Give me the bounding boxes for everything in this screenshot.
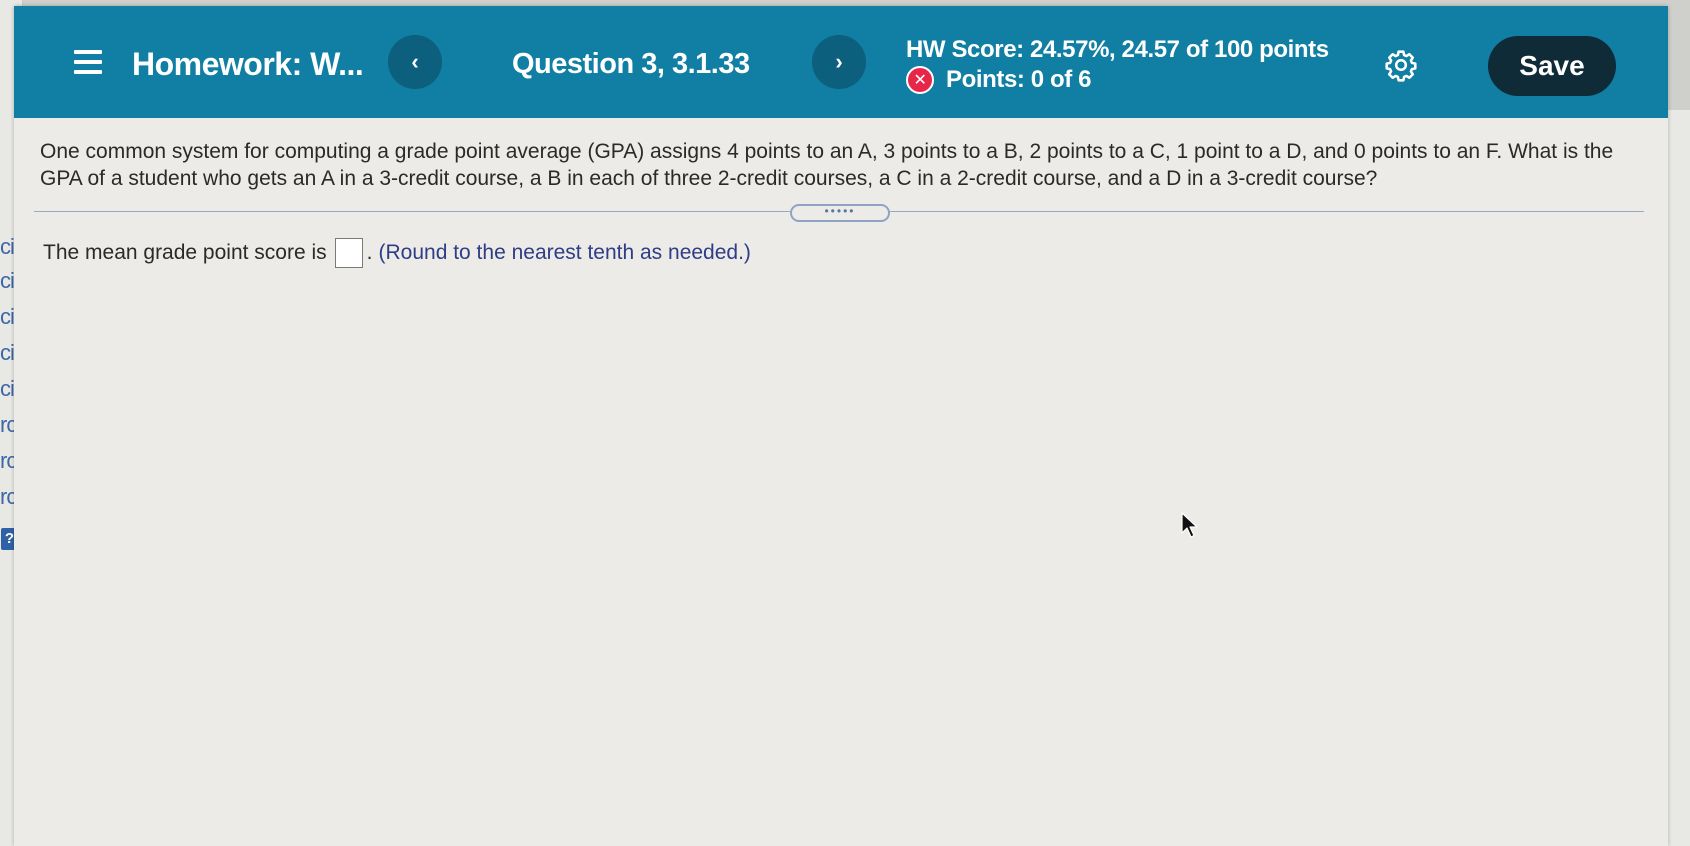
question-text: One common system for computing a grade … (40, 140, 1614, 190)
hw-score: HW Score: 24.57%, 24.57 of 100 points (906, 36, 1329, 63)
answer-input[interactable] (334, 238, 363, 268)
background-text: ci (0, 376, 15, 401)
chevron-right-icon: › (835, 49, 843, 74)
homework-title[interactable]: Homework: W... (132, 46, 364, 83)
background-text: ci (0, 268, 15, 293)
question-label: Question 3, 3.1.33 (512, 48, 750, 80)
rounding-hint: (Round to the nearest tenth as needed.) (378, 241, 751, 264)
chevron-left-icon: ‹ (411, 49, 419, 74)
next-question-button[interactable]: › (812, 35, 866, 89)
answer-line: The mean grade point score is . (Round t… (43, 238, 751, 268)
save-button[interactable]: Save (1488, 36, 1616, 96)
background-text: ci (0, 234, 15, 259)
previous-question-button[interactable]: ‹ (388, 35, 442, 89)
menu-icon[interactable] (74, 50, 102, 74)
homework-window: Homework: W... ‹ Question 3, 3.1.33 › HW… (14, 6, 1668, 846)
incorrect-icon: ✕ (906, 66, 934, 94)
mouse-cursor-icon (1181, 512, 1198, 538)
divider-handle[interactable]: ••••• (790, 204, 890, 222)
top-bar: Homework: W... ‹ Question 3, 3.1.33 › HW… (14, 6, 1668, 118)
points-status: ✕ Points: 0 of 6 (906, 66, 1091, 94)
points-text: Points: 0 of 6 (946, 66, 1092, 93)
answer-suffix: . (366, 241, 373, 264)
background-text: ci (0, 340, 15, 365)
answer-prefix: The mean grade point score is (43, 241, 327, 264)
background-text: ci (0, 304, 15, 329)
gear-icon[interactable] (1384, 48, 1418, 82)
